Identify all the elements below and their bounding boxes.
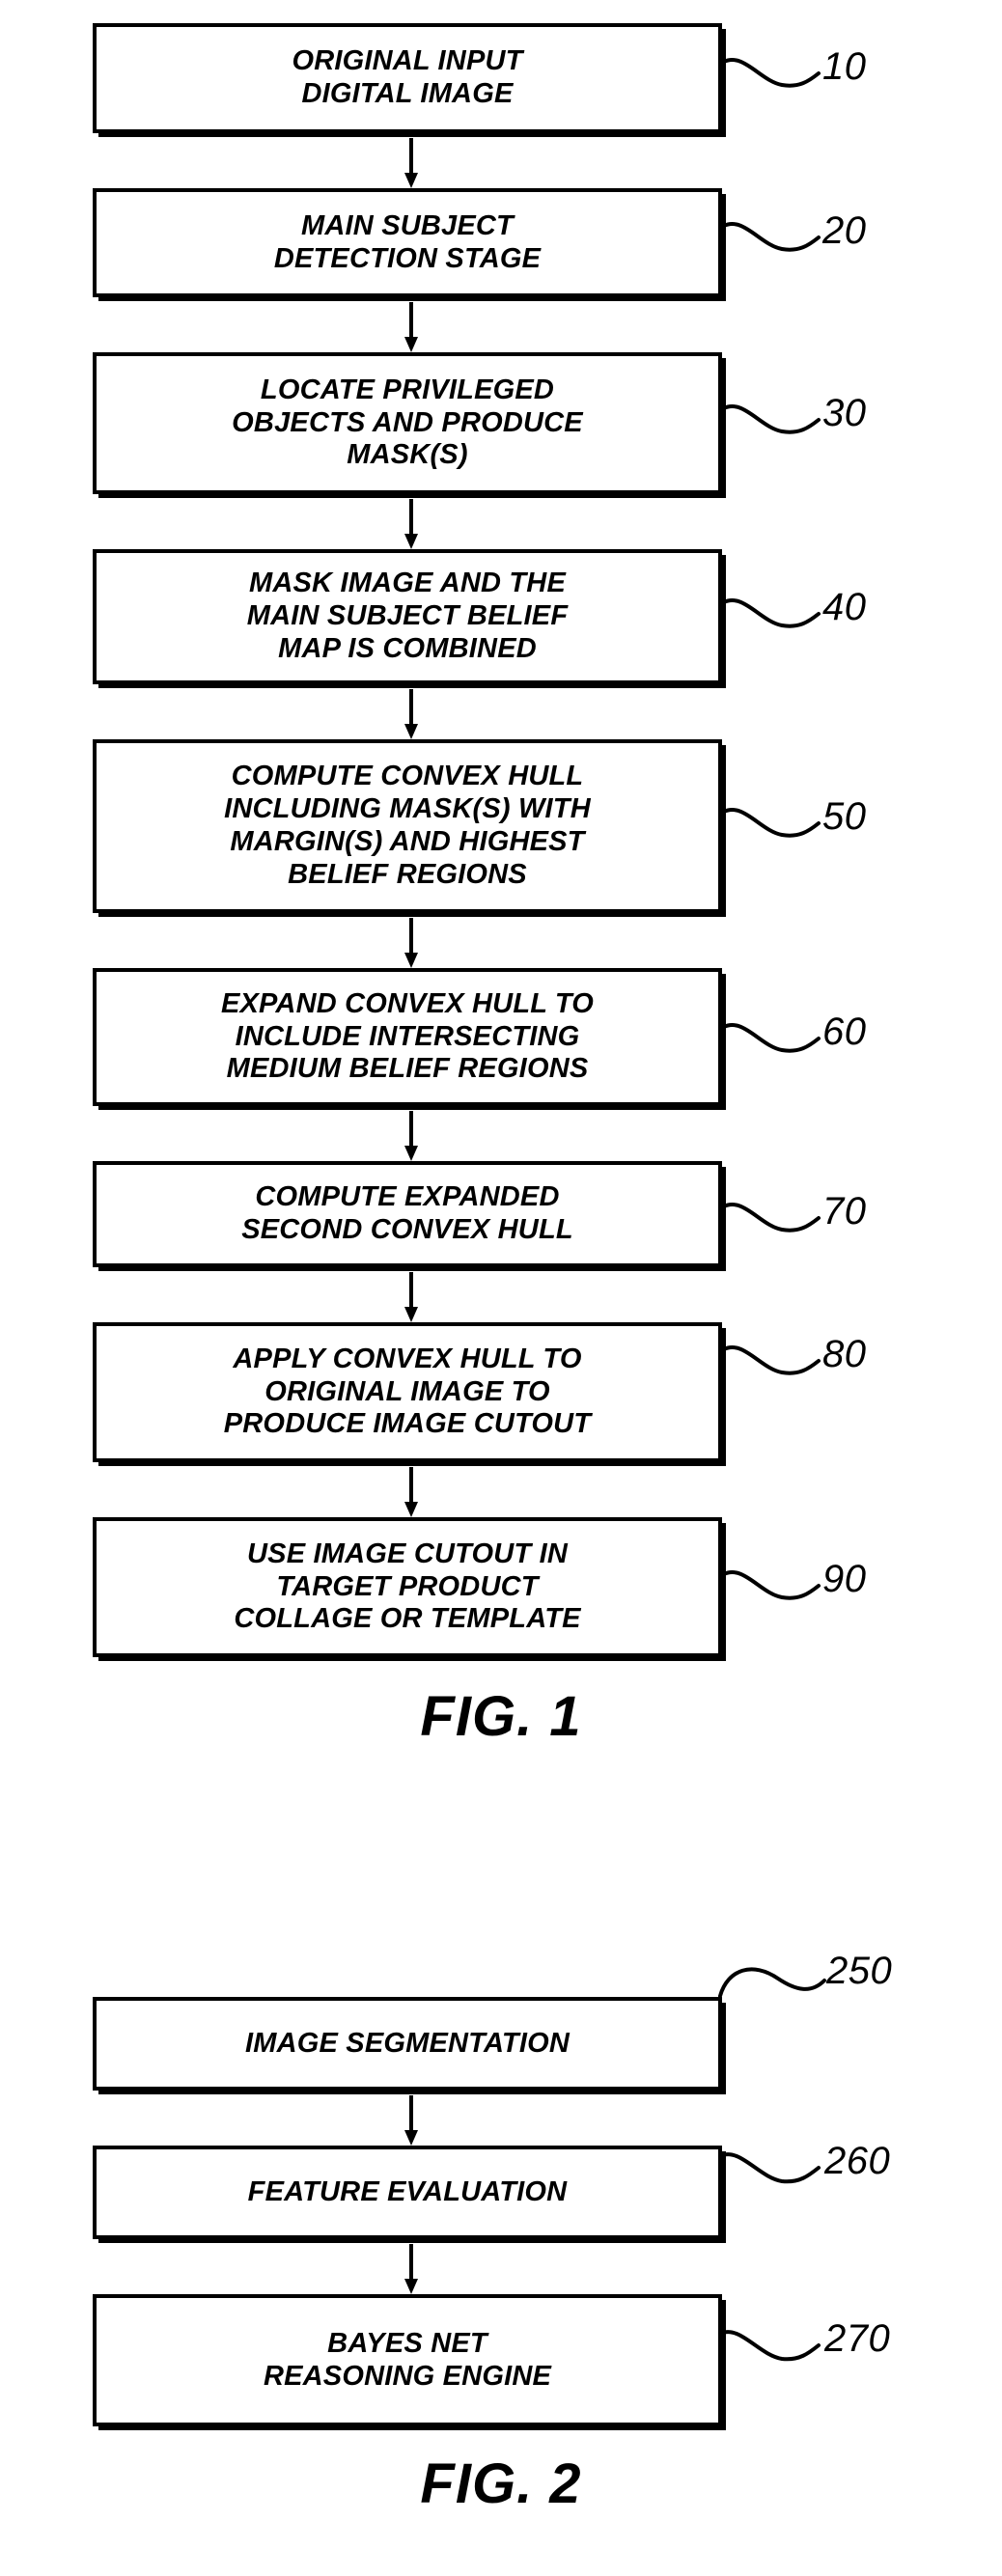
flow-box-90-label: USE IMAGE CUTOUT IN TARGET PRODUCT COLLA…	[234, 1537, 581, 1635]
flow-box-270-label: BAYES NET REASONING ENGINE	[263, 2327, 552, 2392]
flow-box-90[interactable]: USE IMAGE CUTOUT IN TARGET PRODUCT COLLA…	[93, 1517, 722, 1657]
reference-callout-80: 80	[722, 1333, 896, 1386]
flow-box-30-label: LOCATE PRIVILEGED OBJECTS AND PRODUCE MA…	[232, 374, 583, 471]
reference-number-270: 270	[824, 2317, 891, 2360]
flow-box-40[interactable]: MASK IMAGE AND THE MAIN SUBJECT BELIEF M…	[93, 549, 722, 684]
patent-drawing-sheet: ORIGINAL INPUT DIGITAL IMAGE MAIN SUBJEC…	[0, 0, 1002, 2576]
flow-box-270[interactable]: BAYES NET REASONING ENGINE	[93, 2294, 722, 2426]
reference-number-70: 70	[822, 1190, 867, 1233]
flow-box-250[interactable]: IMAGE SEGMENTATION	[93, 1997, 722, 2091]
connector-arrow-70-80	[404, 1272, 418, 1322]
reference-callout-40: 40	[722, 586, 896, 639]
reference-callout-90: 90	[722, 1558, 896, 1611]
reference-callout-30: 30	[722, 392, 896, 445]
flow-box-30[interactable]: LOCATE PRIVILEGED OBJECTS AND PRODUCE MA…	[93, 352, 722, 494]
reference-callout-70: 70	[722, 1190, 896, 1243]
reference-number-50: 50	[822, 795, 867, 838]
flow-box-80[interactable]: APPLY CONVEX HULL TO ORIGINAL IMAGE TO P…	[93, 1322, 722, 1462]
connector-arrow-80-90	[404, 1467, 418, 1517]
flow-box-60[interactable]: EXPAND CONVEX HULL TO INCLUDE INTERSECTI…	[93, 968, 722, 1106]
flow-box-70-label: COMPUTE EXPANDED SECOND CONVEX HULL	[241, 1181, 573, 1245]
connector-arrow-260-270	[404, 2244, 418, 2294]
flow-box-260[interactable]: FEATURE EVALUATION	[93, 2146, 722, 2239]
flow-box-250-label: IMAGE SEGMENTATION	[244, 2027, 571, 2059]
connector-arrow-250-260	[404, 2095, 418, 2146]
reference-number-80: 80	[822, 1333, 867, 1375]
flow-box-260-label: FEATURE EVALUATION	[247, 2175, 568, 2207]
connector-arrow-50-60	[404, 918, 418, 968]
reference-number-10: 10	[822, 45, 867, 88]
reference-number-30: 30	[822, 392, 867, 434]
flow-box-50[interactable]: COMPUTE CONVEX HULL INCLUDING MASK(S) WI…	[93, 739, 722, 913]
reference-callout-60: 60	[722, 1011, 896, 1064]
flow-box-10-label: ORIGINAL INPUT DIGITAL IMAGE	[292, 45, 523, 109]
connector-arrow-20-30	[404, 302, 418, 352]
reference-callout-250: 250	[718, 1950, 931, 2006]
flow-box-20[interactable]: MAIN SUBJECT DETECTION STAGE	[93, 188, 722, 297]
reference-callout-20: 20	[722, 209, 896, 263]
reference-number-250: 250	[826, 1950, 893, 1992]
reference-number-60: 60	[822, 1011, 867, 1053]
flow-box-80-label: APPLY CONVEX HULL TO ORIGINAL IMAGE TO P…	[223, 1343, 592, 1440]
reference-callout-270: 270	[718, 2317, 931, 2370]
figure-1-caption: FIG. 1	[420, 1685, 582, 1748]
flow-box-60-label: EXPAND CONVEX HULL TO INCLUDE INTERSECTI…	[220, 987, 595, 1085]
figure-2-caption: FIG. 2	[420, 2452, 582, 2515]
reference-number-260: 260	[824, 2140, 891, 2182]
reference-callout-50: 50	[722, 795, 896, 848]
flow-box-10[interactable]: ORIGINAL INPUT DIGITAL IMAGE	[93, 23, 722, 133]
connector-arrow-30-40	[404, 499, 418, 549]
reference-callout-10: 10	[722, 45, 896, 98]
reference-callout-260: 260	[718, 2140, 931, 2193]
connector-arrow-40-50	[404, 689, 418, 739]
reference-number-40: 40	[822, 586, 867, 628]
reference-number-20: 20	[822, 209, 867, 252]
connector-arrow-10-20	[404, 138, 418, 188]
flow-box-40-label: MASK IMAGE AND THE MAIN SUBJECT BELIEF M…	[246, 568, 569, 664]
flow-box-70[interactable]: COMPUTE EXPANDED SECOND CONVEX HULL	[93, 1161, 722, 1267]
reference-number-90: 90	[822, 1558, 867, 1600]
flow-box-20-label: MAIN SUBJECT DETECTION STAGE	[273, 209, 542, 274]
connector-arrow-60-70	[404, 1111, 418, 1161]
flow-box-50-label: COMPUTE CONVEX HULL INCLUDING MASK(S) WI…	[224, 761, 591, 890]
